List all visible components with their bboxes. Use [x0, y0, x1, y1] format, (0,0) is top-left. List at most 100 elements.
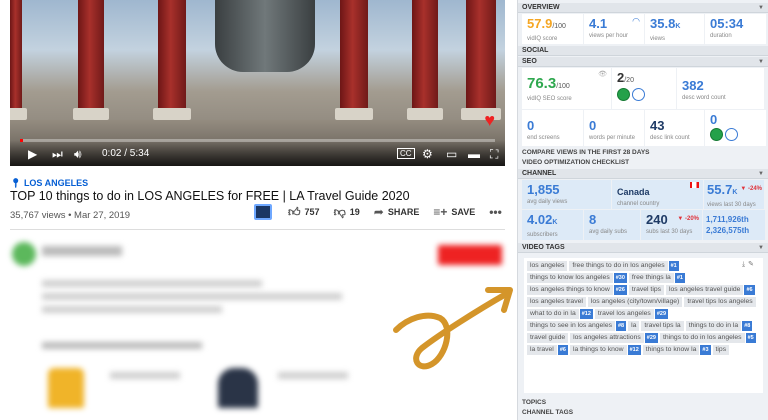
stat-label: views per hour	[589, 33, 629, 39]
eye-icon[interactable]: 👁︎	[598, 70, 607, 78]
stat-unit: K	[552, 219, 558, 226]
fullscreen-icon[interactable]: ⛶	[490, 147, 498, 161]
play-icon[interactable]: ▶	[28, 147, 37, 161]
stat-unit: /100	[552, 23, 566, 30]
video-tag[interactable]: la travel #6	[527, 345, 568, 355]
dislike-button[interactable]: 👎︎ 19	[334, 205, 360, 220]
channel-avatar[interactable]	[12, 242, 36, 266]
more-button[interactable]: •••	[489, 205, 502, 219]
more-icon: •••	[489, 205, 502, 219]
thumbs-down-icon: 👎︎	[333, 204, 346, 219]
save-button[interactable]: ≡+ SAVE	[433, 205, 475, 219]
video-tag[interactable]: los angeles (city/town/village)	[587, 297, 683, 307]
video-tag[interactable]: things to do in los angeles #5	[659, 333, 756, 343]
video-tag[interactable]: los angeles attractions #29	[570, 333, 658, 343]
stat-value: 55.7	[707, 182, 733, 197]
stat-label: desc link count	[650, 135, 690, 141]
section-channel[interactable]: CHANNEL ▼	[518, 169, 768, 179]
video-player[interactable]: ♥ ▶ ⏭ 🔊︎ 0:02 / 5:34 CC ⚙ ▭ ▬ ⛶	[10, 0, 505, 166]
settings-icon[interactable]: ⚙	[422, 147, 433, 161]
progress-bar[interactable]	[20, 139, 495, 142]
video-tag[interactable]: travel tips	[628, 285, 665, 295]
video-tag[interactable]: los angeles travel guide #6	[666, 285, 755, 295]
video-tag[interactable]: los angeles travel	[527, 297, 586, 307]
video-tag[interactable]: la	[628, 321, 640, 331]
video-tag[interactable]: los angeles	[527, 261, 568, 271]
vidiq-extension-icon[interactable]	[254, 204, 272, 220]
video-tag[interactable]: things to do in la #8	[685, 321, 753, 331]
verified-badge-icon	[710, 128, 723, 141]
video-frame-pillar	[407, 0, 443, 120]
channel-tags-link[interactable]: CHANNEL TAGS	[518, 408, 768, 417]
captions-icon[interactable]: CC	[397, 148, 415, 159]
video-tag[interactable]: travel guide	[527, 333, 569, 343]
volume-icon[interactable]: 🔊︎	[74, 147, 82, 161]
tag-tools: ⤓✎	[742, 260, 757, 269]
like-button[interactable]: 👍︎ 757	[288, 205, 320, 220]
video-tag[interactable]: tips	[712, 345, 730, 355]
section-title: SEO	[522, 58, 537, 65]
tag-rank-badge: #26	[613, 285, 627, 295]
section-seo[interactable]: SEO ▼	[518, 57, 768, 67]
topics-link[interactable]: TOPICS	[518, 398, 768, 407]
channel-name-blurred	[42, 246, 122, 256]
section-title: VIDEO TAGS	[522, 244, 565, 251]
location-tag[interactable]: 📍︎ LOS ANGELES	[10, 178, 88, 189]
stat-unit: /20	[624, 77, 634, 84]
optimization-checklist-link[interactable]: VIDEO OPTIMIZATION CHECKLIST	[518, 158, 768, 167]
stat-seo-score: 76.3/100 vidIQ SEO score 👁︎	[522, 68, 611, 109]
subscribe-button[interactable]	[438, 245, 502, 265]
save-label: SAVE	[451, 207, 476, 217]
video-tag[interactable]: travel tips los angeles	[684, 297, 756, 307]
stat-value: 0	[527, 118, 535, 133]
theater-icon[interactable]: ▬	[468, 147, 480, 161]
tag-text: la things to know	[569, 345, 627, 355]
stat-desc-link-count: 43 desc link count	[645, 110, 704, 146]
stat-value: 05:34	[710, 16, 744, 31]
video-tag[interactable]: free things to do in los angeles #1	[569, 261, 679, 271]
video-tag[interactable]: things to know los angeles #30	[527, 273, 627, 283]
share-button[interactable]: ➦ SHARE	[374, 205, 420, 219]
stat-label: words per minute	[589, 135, 636, 141]
merch-item-image[interactable]	[48, 368, 84, 408]
channel-tiles-row-1: 1,855 avg daily views Canada channel cou…	[522, 180, 764, 209]
video-tag[interactable]: travel tips la	[641, 321, 684, 331]
video-tag[interactable]: what to do in la #12	[527, 309, 593, 319]
description-line-blurred	[42, 293, 342, 300]
rank-value: 2,326,575th	[706, 226, 750, 235]
stat-value: 4.02	[527, 212, 553, 227]
video-tag[interactable]: things to know la #3	[642, 345, 711, 355]
stat-value: 240	[646, 212, 668, 227]
tag-rank-badge: #29	[644, 333, 658, 343]
stat-subs-last-30: 240 subs last 30 days ▼ -20%	[641, 210, 702, 240]
video-tag[interactable]: la things to know #12	[569, 345, 641, 355]
orange-arrow-doodle	[393, 287, 513, 370]
stat-value: 43	[650, 118, 665, 133]
stat-label: desc word count	[682, 95, 726, 101]
video-tag[interactable]: free things la #1	[628, 273, 685, 283]
video-tag[interactable]: los angeles things to know #26	[527, 285, 627, 295]
tag-rank-badge: #5	[745, 333, 756, 343]
stat-label: vidIQ score	[527, 36, 558, 42]
video-tag[interactable]: things to see in los angeles #8	[527, 321, 627, 331]
progress-fill	[20, 139, 23, 142]
section-social[interactable]: SOCIAL	[518, 46, 768, 56]
verified-badge-icon	[617, 88, 630, 101]
collapse-icon: ▼	[758, 171, 764, 177]
attach-icon[interactable]: ✎	[748, 261, 757, 268]
thumbs-up-icon: 👍︎	[288, 204, 301, 219]
stat-desc-word-count: 382 desc word count	[677, 68, 764, 109]
tag-text: la	[628, 321, 640, 331]
merch-item-image[interactable]	[218, 368, 258, 408]
stat-value: 35.8	[650, 16, 676, 31]
refresh-badge-icon	[632, 88, 645, 101]
miniplayer-icon[interactable]: ▭	[446, 147, 457, 161]
section-overview[interactable]: OVERVIEW ▼	[518, 3, 768, 13]
compare-views-link[interactable]: COMPARE VIEWS IN THE FIRST 28 DAYS	[518, 148, 768, 157]
tag-text: travel tips la	[641, 321, 684, 331]
video-tag[interactable]: travel los angeles #29	[594, 309, 669, 319]
section-video-tags[interactable]: VIDEO TAGS ▼	[518, 243, 768, 253]
stat-label: subscribers	[527, 232, 558, 238]
next-icon[interactable]: ⏭	[52, 147, 63, 161]
stat-label: views last 30 days	[707, 202, 756, 208]
